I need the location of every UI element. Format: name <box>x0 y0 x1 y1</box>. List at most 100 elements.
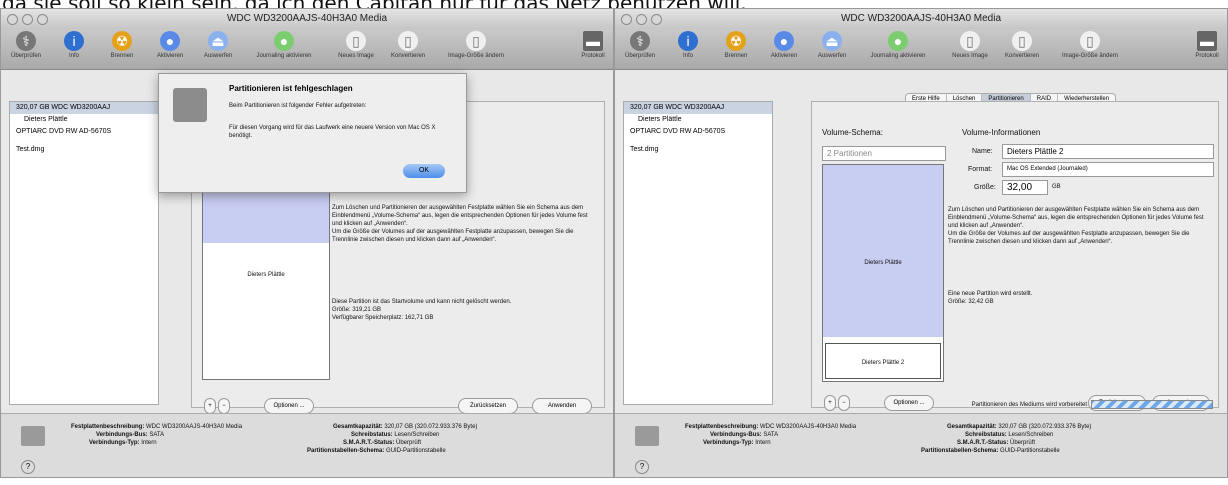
info-icon: i <box>678 31 698 51</box>
partition-label[interactable]: Dieters Plättle <box>203 271 329 279</box>
partition-used-area <box>823 165 943 337</box>
close-button[interactable] <box>621 14 632 25</box>
status-bar: ? Festplattenbeschreibung: WDC WD3200AAJ… <box>1 413 613 477</box>
window-title: WDC WD3200AAJS-40H3A0 Media <box>840 13 1002 24</box>
partition-label-top[interactable]: Dieters Plättle <box>823 259 943 267</box>
hard-disk-icon <box>635 426 659 446</box>
eject-icon: ⏏ <box>208 31 228 51</box>
help-button[interactable]: ? <box>635 460 649 474</box>
disk-utility-window-left: WDC WD3200AAJS-40H3A0 Media ⚕ Überprüfen … <box>0 8 614 478</box>
info-button[interactable]: i Info <box>663 31 713 59</box>
size-field[interactable]: 32,00 <box>1002 180 1048 195</box>
hard-disk-icon <box>21 426 45 446</box>
window-title: WDC WD3200AAJS-40H3A0 Media <box>226 13 388 24</box>
burn-button[interactable]: ☢ Brennen <box>711 31 761 59</box>
new-image-button[interactable]: ▯ Neues Image <box>945 31 995 59</box>
zoom-button[interactable] <box>651 14 662 25</box>
disk-utility-icon <box>173 88 207 122</box>
progress-bar <box>1091 400 1213 409</box>
mount-icon: ● <box>774 31 794 51</box>
journaling-icon: ● <box>274 31 294 51</box>
convert-icon: ▯ <box>398 31 418 51</box>
remove-partition-button[interactable]: − <box>838 395 850 411</box>
volume-schema-select[interactable]: 2 Partitionen <box>822 146 946 161</box>
error-dialog: Partitionieren ist fehlgeschlagen Beim P… <box>158 73 467 193</box>
options-button[interactable]: Optionen ... <box>264 398 314 414</box>
convert-button[interactable]: ▯ Konvertieren <box>383 31 433 59</box>
verify-button[interactable]: ⚕ Überprüfen <box>1 31 51 59</box>
journaling-icon: ● <box>888 31 908 51</box>
sidebar-item-image[interactable]: Test.dmg <box>10 144 158 156</box>
zoom-button[interactable] <box>37 14 48 25</box>
name-label: Name: <box>972 148 993 155</box>
resize-image-button[interactable]: ▯ Image-Größe ändern <box>1055 31 1125 59</box>
burn-icon: ☢ <box>726 31 746 51</box>
resize-image-button[interactable]: ▯ Image-Größe ändern <box>441 31 511 59</box>
apply-button[interactable]: Anwenden <box>532 398 592 414</box>
name-field[interactable]: Dieters Plättle 2 <box>1002 144 1214 159</box>
remove-partition-button[interactable]: − <box>218 398 230 414</box>
sidebar-item-disk[interactable]: 320,07 GB WDC WD3200AAJ <box>624 102 772 114</box>
mount-icon: ● <box>160 31 180 51</box>
log-button[interactable]: ▬ Protokoll <box>571 31 613 59</box>
new-image-icon: ▯ <box>960 31 980 51</box>
size-unit: GB <box>1052 184 1061 190</box>
toolbar: ⚕ Überprüfen i Info ☢ Brennen ● Aktivieren ⏏… <box>615 29 1227 70</box>
log-button[interactable]: ▬ Protokoll <box>1185 31 1227 59</box>
resize-image-icon: ▯ <box>466 31 486 51</box>
microscope-icon: ⚕ <box>630 31 650 51</box>
log-icon: ▬ <box>1197 31 1217 51</box>
sidebar: 320,07 GB WDC WD3200AAJ Dieters Plättle … <box>623 101 773 405</box>
help-button[interactable]: ? <box>21 460 35 474</box>
options-button[interactable]: Optionen ... <box>884 395 934 411</box>
sidebar-item-volume[interactable]: Dieters Plättle <box>624 114 772 126</box>
info-icon: i <box>64 31 84 51</box>
progress-row: Partitionieren des Mediums wird vorberei… <box>972 400 1213 409</box>
sidebar-item-disk[interactable]: 320,07 GB WDC WD3200AAJ <box>10 102 158 114</box>
info-button[interactable]: i Info <box>49 31 99 59</box>
burn-button[interactable]: ☢ Brennen <box>97 31 147 59</box>
sidebar-item-image[interactable]: Test.dmg <box>624 144 772 156</box>
dialog-message-2: Für diesen Vorgang wird für das Laufwerk… <box>229 125 436 139</box>
volume-info-label: Volume-Informationen <box>962 128 1041 137</box>
eject-button[interactable]: ⏏ Auswerfen <box>807 31 857 59</box>
journaling-button[interactable]: ● Journaling aktivieren <box>249 31 319 59</box>
description-text: Zum Löschen und Partitionieren der ausge… <box>948 207 1204 245</box>
sidebar-item-dvd[interactable]: OPTIARC DVD RW AD-5670S <box>624 126 772 138</box>
convert-button[interactable]: ▯ Konvertieren <box>997 31 1047 59</box>
dialog-message-1: Beim Partitionieren ist folgender Fehler… <box>229 103 367 109</box>
verify-button[interactable]: ⚕ Überprüfen <box>615 31 665 59</box>
eject-icon: ⏏ <box>822 31 842 51</box>
sidebar: 320,07 GB WDC WD3200AAJ Dieters Plättle … <box>9 101 159 405</box>
sidebar-item-dvd[interactable]: OPTIARC DVD RW AD-5670S <box>10 126 158 138</box>
partition-note: Diese Partition ist das Startvolume und … <box>332 299 512 321</box>
toolbar: ⚕ Überprüfen i Info ☢ Brennen ● Aktivieren ⏏… <box>1 29 613 70</box>
new-image-button[interactable]: ▯ Neues Image <box>331 31 381 59</box>
partition-label-bottom[interactable]: Dieters Plättle 2 <box>823 359 943 367</box>
minimize-button[interactable] <box>636 14 647 25</box>
resize-image-icon: ▯ <box>1080 31 1100 51</box>
new-image-icon: ▯ <box>346 31 366 51</box>
add-partition-button[interactable]: + <box>824 395 836 411</box>
partition-map: Dieters Plättle Dieters Plättle 2 <box>822 164 944 382</box>
minimize-button[interactable] <box>22 14 33 25</box>
close-button[interactable] <box>7 14 18 25</box>
dialog-title: Partitionieren ist fehlgeschlagen <box>229 84 353 93</box>
sidebar-item-volume[interactable]: Dieters Plättle <box>10 114 158 126</box>
microscope-icon: ⚕ <box>16 31 36 51</box>
volume-schema-label: Volume-Schema: <box>822 128 883 137</box>
status-bar: Partitionieren des Mediums wird vorberei… <box>615 400 1227 477</box>
partition-note: Eine neue Partition wird erstellt. Größe… <box>948 291 1033 305</box>
eject-button[interactable]: ⏏ Auswerfen <box>193 31 243 59</box>
mount-button[interactable]: ● Aktivieren <box>759 31 809 59</box>
mount-button[interactable]: ● Aktivieren <box>145 31 195 59</box>
log-icon: ▬ <box>583 31 603 51</box>
revert-button[interactable]: Zurücksetzen <box>458 398 518 414</box>
ok-button[interactable]: OK <box>403 164 445 178</box>
format-select[interactable]: Mac OS Extended (Journaled) <box>1002 162 1214 177</box>
convert-icon: ▯ <box>1012 31 1032 51</box>
journaling-button[interactable]: ● Journaling aktivieren <box>863 31 933 59</box>
format-label: Format: <box>968 166 993 173</box>
burn-icon: ☢ <box>112 31 132 51</box>
add-partition-button[interactable]: + <box>204 398 216 414</box>
